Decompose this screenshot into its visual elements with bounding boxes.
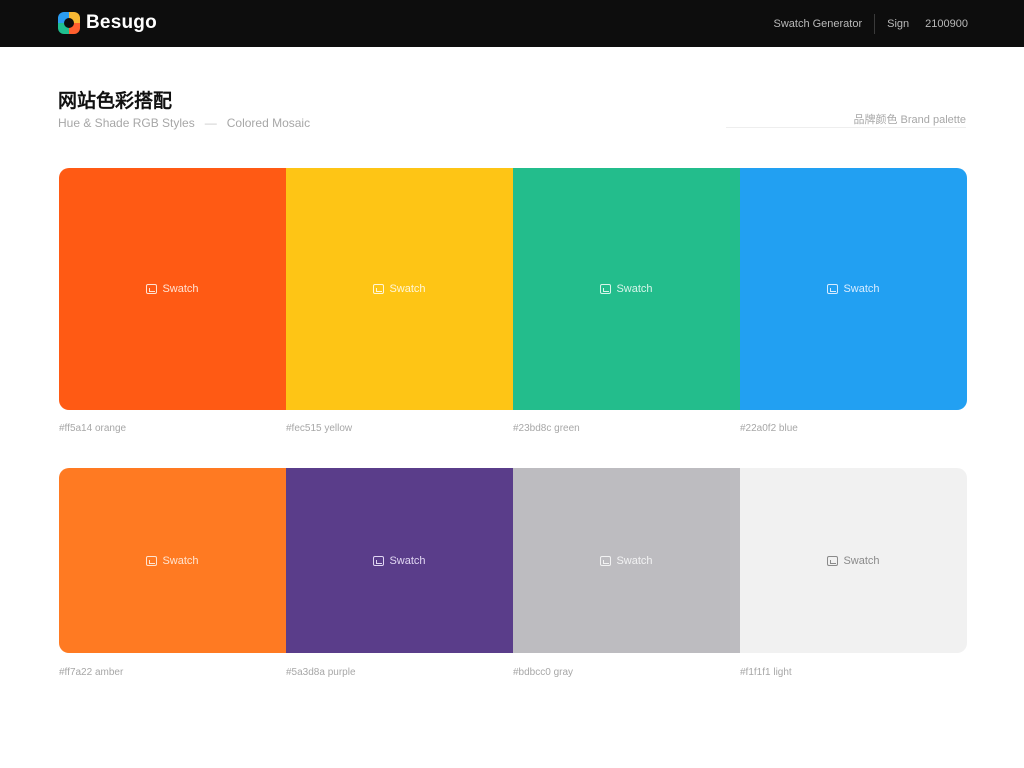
swatch[interactable]: Swatch (740, 468, 967, 653)
nav-item-code[interactable]: 2100900 (925, 18, 968, 30)
swatch-caption: #5a3d8a purple (286, 667, 356, 678)
palette-row-1: Swatch Swatch Swatch Swatch (59, 168, 967, 410)
palette-row-1-captions: #ff5a14 orange #fec515 yellow #23bd8c gr… (59, 423, 967, 434)
swatch-caption: #bdbcc0 gray (513, 667, 574, 678)
swatch[interactable]: Swatch (740, 168, 967, 410)
swatch-label: Swatch (843, 283, 880, 295)
palette-row-2: Swatch Swatch Swatch Swatch (59, 468, 967, 653)
top-bar: Besugo Swatch Generator Sign 2100900 (0, 0, 1024, 47)
nav-item-generator[interactable]: Swatch Generator (773, 18, 862, 30)
subtitle-right: Colored Mosaic (226, 116, 311, 130)
swatch-label: Swatch (389, 554, 426, 567)
meta-divider (726, 127, 966, 128)
swatch-caption: #f1f1f1 light (740, 667, 792, 678)
swatch-caption: #22a0f2 blue (740, 423, 798, 434)
nav-item-sign[interactable]: Sign (887, 18, 909, 30)
swatch-label: Swatch (162, 554, 199, 567)
swatch[interactable]: Swatch (286, 468, 513, 653)
nav-divider (874, 13, 876, 34)
swatch[interactable]: Swatch (513, 168, 740, 410)
meta-right: 品牌颜色 Brand palette (853, 114, 967, 126)
swatch-label: Swatch (843, 554, 880, 567)
image-icon (373, 284, 385, 294)
swatch-label: Swatch (389, 283, 426, 295)
image-icon (827, 555, 839, 566)
image-icon (827, 284, 839, 294)
swatch-caption: #23bd8c green (513, 423, 580, 434)
subtitle-dash: — (204, 116, 217, 130)
swatch[interactable]: Swatch (59, 168, 286, 410)
subtitle-left: Hue & Shade RGB Styles (58, 116, 195, 130)
swatch-label: Swatch (616, 283, 653, 295)
page-title: 网站色彩搭配 (58, 91, 173, 112)
logo-icon (58, 12, 80, 34)
image-icon (600, 555, 612, 566)
swatch-caption: #fec515 yellow (286, 423, 353, 434)
swatch-label: Swatch (616, 554, 653, 567)
swatch[interactable]: Swatch (513, 468, 740, 653)
image-icon (146, 284, 158, 294)
brand-name: Besugo (86, 12, 157, 33)
top-nav: Swatch Generator Sign 2100900 (773, 0, 968, 47)
page-subtitle: Hue & Shade RGB Styles — Colored Mosaic (58, 116, 310, 130)
image-icon (600, 284, 612, 294)
swatch[interactable]: Swatch (286, 168, 513, 410)
image-icon (146, 555, 158, 566)
palette-row-2-captions: #ff7a22 amber #5a3d8a purple #bdbcc0 gra… (59, 667, 967, 678)
swatch-caption: #ff7a22 amber (59, 667, 124, 678)
swatch-caption: #ff5a14 orange (59, 423, 127, 434)
image-icon (373, 555, 385, 566)
swatch-label: Swatch (162, 283, 199, 295)
brand[interactable]: Besugo (58, 9, 157, 37)
swatch[interactable]: Swatch (59, 468, 286, 653)
